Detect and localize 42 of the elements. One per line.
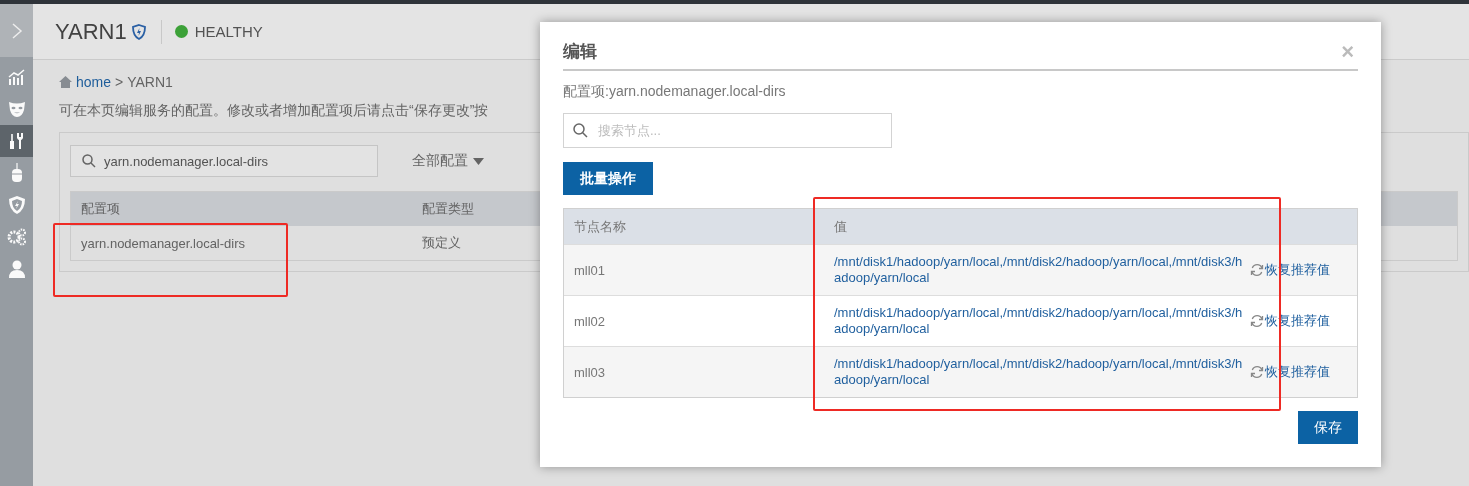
- save-button[interactable]: 保存: [1298, 411, 1358, 444]
- user-icon: [8, 260, 25, 278]
- column-header: 配置项: [80, 200, 121, 218]
- status-label: HEALTHY: [194, 23, 263, 40]
- batch-button[interactable]: 批量操作: [563, 162, 653, 195]
- search-field[interactable]: yarn.nodemanager.local-dirs: [70, 145, 378, 177]
- description-text: 可在本页编辑服务的配置。修改或者增加配置项后请点击“保存更改”按: [59, 102, 490, 120]
- node-name-cell-text: mll01: [573, 262, 607, 278]
- mask-icon: [7, 100, 26, 118]
- node-search-field[interactable]: 搜索节点...: [563, 113, 892, 148]
- refresh-icon: [1250, 365, 1264, 379]
- home-link[interactable]: home: [76, 74, 112, 90]
- tools-icon: [7, 132, 26, 150]
- home-icon: [59, 76, 72, 88]
- gears-icon: [6, 228, 27, 246]
- search-icon: [573, 123, 588, 138]
- caret-icon: [473, 157, 484, 165]
- chevron-icon: [10, 21, 23, 40]
- table-cell: 预定义: [422, 234, 461, 252]
- value-link[interactable]: /mnt/disk1/hadoop/yarn/local,/mnt/disk2/hadoop/yarn/local,/mnt/disk3/hadoop/yarn/local: [834, 305, 1248, 337]
- refresh-icon: [1250, 263, 1264, 277]
- column-header: 节点名称: [573, 217, 627, 236]
- breadcrumb-separator: >: [115, 74, 124, 90]
- filter-dropdown[interactable]: 全部配置: [406, 151, 490, 171]
- config-item-label: 配置项:yarn.nodemanager.local-dirs: [563, 83, 787, 101]
- value-link[interactable]: /mnt/disk1/hadoop/yarn/local,/mnt/disk2/hadoop/yarn/local,/mnt/disk3/hadoop/yarn/local: [834, 254, 1248, 286]
- node-name-cell-text: mll02: [573, 313, 607, 329]
- value-link[interactable]: /mnt/disk1/hadoop/yarn/local,/mnt/disk2/hadoop/yarn/local,/mnt/disk3/hadoop/yarn/local: [834, 356, 1248, 388]
- breadcrumb-current: YARN1: [127, 74, 173, 90]
- column-header: 值: [834, 217, 848, 236]
- node-name-cell-text: mll03: [573, 364, 607, 380]
- column-header: 配置类型: [422, 200, 474, 218]
- service-title: YARN1: [55, 18, 127, 45]
- dialog-title: 编辑: [563, 41, 597, 63]
- shield-icon: [7, 195, 26, 215]
- table-cell-text: yarn.nodemanager.local-dirs: [80, 235, 247, 251]
- shield-icon: [131, 23, 146, 40]
- chart-icon: [7, 69, 26, 85]
- search-icon: [82, 154, 96, 168]
- mouse-icon: [9, 163, 24, 183]
- sidebar-item[interactable]: [0, 125, 33, 157]
- refresh-icon: [1250, 314, 1264, 328]
